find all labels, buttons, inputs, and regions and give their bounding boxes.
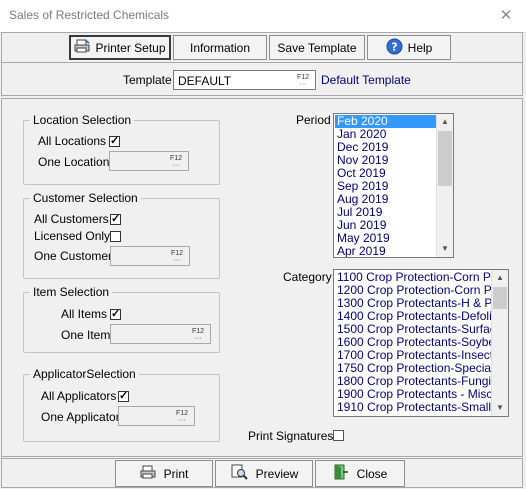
scroll-down-icon[interactable]: ▼ <box>492 400 508 416</box>
licensed-only-label: Licensed Only <box>34 229 111 243</box>
period-label: Period <box>296 113 331 127</box>
category-list-item[interactable]: 1700 Crop Protectants-Insect <box>335 349 491 362</box>
close-button[interactable]: Close <box>315 460 405 487</box>
template-value: DEFAULT <box>178 74 232 88</box>
period-listbox[interactable]: Feb 2020 Jan 2020 Dec 2019 Nov 2019 Oct 2019… <box>333 113 454 258</box>
one-applicator-label: One Applicator <box>41 410 120 424</box>
window-title: Sales of Restricted Chemicals <box>9 8 170 22</box>
period-list-item[interactable]: Jul 2019 <box>335 206 436 219</box>
one-item-input[interactable]: F12 ··· <box>110 324 211 344</box>
template-lookup-icon[interactable]: F12 ··· <box>293 73 313 89</box>
exit-door-icon <box>333 464 349 483</box>
category-listbox[interactable]: 1100 Crop Protection-Corn Pre 1200 Crop P… <box>333 269 509 417</box>
one-customer-lookup-icon[interactable]: F12 ··· <box>167 249 187 265</box>
customer-selection-title: Customer Selection <box>30 191 141 205</box>
period-scrollbar[interactable]: ▲ ▼ <box>436 114 453 257</box>
one-location-input[interactable]: F12 ··· <box>109 151 189 171</box>
period-list-item[interactable]: Jun 2019 <box>335 219 436 232</box>
scroll-up-icon[interactable]: ▲ <box>437 114 453 130</box>
template-input[interactable]: DEFAULT F12 ··· <box>173 70 316 90</box>
print-button[interactable]: Print <box>115 460 213 487</box>
one-item-label: One Item <box>61 328 111 342</box>
one-customer-input[interactable]: F12 ··· <box>110 246 190 266</box>
category-scroll-thumb[interactable] <box>493 287 507 309</box>
category-list-item[interactable]: 1800 Crop Protectants-Fungi <box>335 375 491 388</box>
print-label: Print <box>163 466 189 481</box>
preview-button[interactable]: Preview <box>215 460 313 487</box>
help-label: Help <box>407 40 433 55</box>
location-selection-title: Location Selection <box>30 113 135 127</box>
scroll-down-icon[interactable]: ▼ <box>437 241 453 257</box>
period-scroll-thumb[interactable] <box>438 131 452 186</box>
licensed-only-checkbox[interactable] <box>110 231 121 242</box>
category-list-item[interactable]: 1100 Crop Protection-Corn Pre <box>335 271 491 284</box>
printer-setup-button[interactable]: Printer Setup <box>69 35 171 60</box>
bottom-bar: Print Preview Close <box>1 458 523 488</box>
printer-icon <box>140 465 156 482</box>
item-selection-title: Item Selection <box>30 285 113 299</box>
period-list-item[interactable]: Dec 2019 <box>335 141 436 154</box>
all-items-label: All Items <box>61 307 108 321</box>
print-signatures-label: Print Signatures <box>248 429 334 443</box>
category-list-item[interactable]: 1500 Crop Protectants-Surfacta <box>335 323 491 336</box>
all-applicators-checkbox[interactable]: ✓ <box>118 391 129 402</box>
print-signatures-checkbox[interactable] <box>333 430 344 441</box>
all-items-checkbox[interactable]: ✓ <box>110 309 121 320</box>
category-list-item[interactable]: 1600 Crop Protectants-Soybeans <box>335 336 491 349</box>
save-template-button[interactable]: Save Template <box>269 35 365 60</box>
period-list-item[interactable]: Oct 2019 <box>335 167 436 180</box>
one-location-lookup-icon[interactable]: F12 ··· <box>166 154 186 170</box>
category-list-item[interactable]: 1910 Crop Protectants-Small Gr <box>335 401 491 414</box>
printer-setup-label: Printer Setup <box>95 40 166 55</box>
one-applicator-input[interactable]: F12 ··· <box>118 406 195 426</box>
category-list-item[interactable]: 1400 Crop Protectants-Defolian <box>335 310 491 323</box>
period-list-item[interactable]: May 2019 <box>335 232 436 245</box>
template-description: Default Template <box>321 73 411 87</box>
help-icon: ? <box>386 38 403 58</box>
all-customers-label: All Customers <box>34 212 109 226</box>
help-button[interactable]: ? Help <box>367 35 451 60</box>
category-label: Category <box>283 270 332 284</box>
period-list-item[interactable]: Feb 2020 <box>335 115 436 128</box>
one-applicator-lookup-icon[interactable]: F12 ··· <box>172 409 192 425</box>
information-label: Information <box>189 40 251 55</box>
period-list-item[interactable]: Jan 2020 <box>335 128 436 141</box>
all-customers-checkbox[interactable]: ✓ <box>110 214 121 225</box>
period-list-item[interactable]: Nov 2019 <box>335 154 436 167</box>
period-list-item[interactable]: Apr 2019 <box>335 245 436 257</box>
preview-label: Preview <box>255 466 299 481</box>
period-list-item[interactable]: Sep 2019 <box>335 180 436 193</box>
svg-text:?: ? <box>391 40 397 53</box>
period-list-item[interactable]: Aug 2019 <box>335 193 436 206</box>
template-label: Template <box>123 73 172 87</box>
one-item-lookup-icon[interactable]: F12 ··· <box>188 327 208 343</box>
information-button[interactable]: Information <box>173 35 267 60</box>
close-label: Close <box>356 466 388 481</box>
all-applicators-label: All Applicators <box>41 389 117 403</box>
scroll-up-icon[interactable]: ▲ <box>492 270 508 286</box>
save-template-label: Save Template <box>277 40 357 55</box>
category-list-item[interactable]: 1750 Crop Protection-Specialty <box>335 362 491 375</box>
applicator-selection-title: ApplicatorSelection <box>30 367 139 381</box>
one-location-label: One Location <box>38 155 110 169</box>
printer-setup-icon <box>74 39 90 56</box>
category-list-item[interactable]: 1200 Crop Protection-Corn Post <box>335 284 491 297</box>
category-scrollbar[interactable]: ▲ ▼ <box>491 270 508 416</box>
close-window-icon[interactable]: ✕ <box>494 5 518 27</box>
preview-icon <box>230 464 248 483</box>
all-locations-label: All Locations <box>38 134 107 148</box>
category-list-item[interactable]: 1900 Crop Protectants - Misc <box>335 388 491 401</box>
one-customer-label: One Customer <box>34 249 113 263</box>
toolbar: Printer Setup Information Save Template … <box>1 32 523 63</box>
all-locations-checkbox[interactable]: ✓ <box>109 136 120 147</box>
category-list-item[interactable]: 1300 Crop Protectants-H & P <box>335 297 491 310</box>
